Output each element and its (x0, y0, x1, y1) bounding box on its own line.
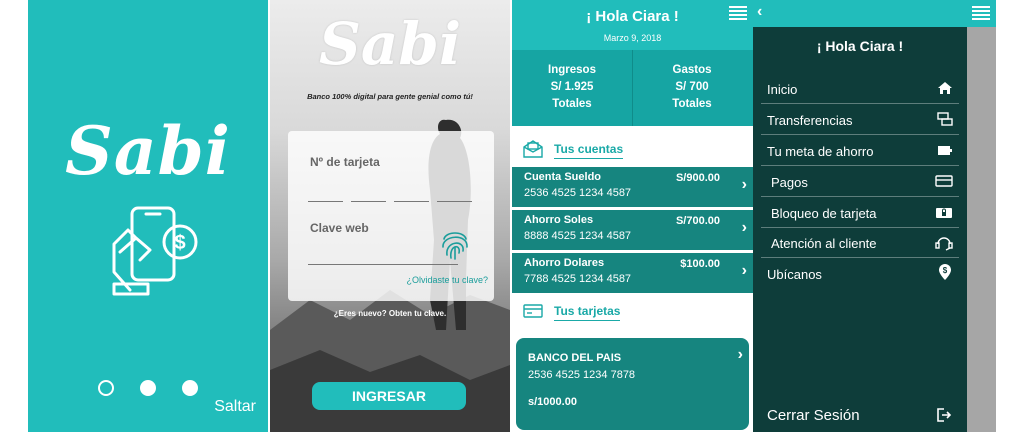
card-lock-icon (936, 208, 952, 218)
account-name: Ahorro Dolares (524, 257, 605, 269)
menu-item-label: Bloqueo de tarjeta (771, 206, 877, 221)
page-indicator (98, 380, 198, 396)
login-screen: Sabi Banco 100% digital para gente genia… (270, 0, 510, 432)
splash-screen: Sabi $ Saltar (28, 0, 268, 432)
account-card[interactable]: Ahorro Dolares 7788 4525 1234 4587 $100.… (512, 253, 753, 293)
support-icon (935, 237, 953, 251)
menu-item-transferencias[interactable]: Transferencias (761, 105, 959, 135)
account-card[interactable]: Cuenta Sueldo 2536 4525 1234 4587 S/900.… (512, 167, 753, 207)
svg-text:$: $ (943, 266, 948, 275)
chevron-right-icon[interactable]: › (742, 219, 747, 237)
income-label: Ingresos (548, 64, 596, 76)
password-field[interactable] (308, 264, 458, 265)
account-name: Ahorro Soles (524, 214, 594, 226)
card-number-segment[interactable] (351, 201, 386, 202)
password-label: Clave web (310, 221, 369, 235)
account-card[interactable]: Ahorro Soles 8888 4525 1234 4587 S/700.0… (512, 210, 753, 250)
credit-card-icon (523, 304, 543, 318)
menu-item-label: Pagos (771, 175, 808, 190)
page-dot[interactable] (98, 380, 114, 396)
fingerprint-icon[interactable] (440, 227, 470, 261)
bank-name: BANCO DEL PAIS (528, 352, 622, 364)
card-number-segment[interactable] (437, 201, 472, 202)
menu-topbar (753, 0, 996, 27)
expenses-summary: Gastos S/ 700 Totales (632, 62, 752, 113)
logout-icon[interactable] (936, 407, 952, 423)
svg-text:$: $ (174, 232, 185, 254)
card-number-label: Nº de tarjeta (310, 155, 380, 169)
app-logo: Sabi (318, 10, 462, 78)
menu-item-label: Ubícanos (767, 267, 822, 282)
menu-item-atencion[interactable]: Atención al cliente (761, 228, 959, 258)
menu-greeting: ¡ Hola Ciara ! (816, 38, 904, 54)
skip-button[interactable]: Saltar (214, 398, 256, 416)
menu-item-inicio[interactable]: Inicio (761, 74, 959, 104)
dashboard-header: ¡ Hola Ciara ! Marzo 9, 2018 (512, 0, 753, 50)
accounts-section-header: Tus cuentas (512, 136, 753, 162)
menu-item-pagos[interactable]: Pagos (761, 167, 959, 197)
page-dot[interactable] (182, 380, 198, 396)
app-logo: Sabi (65, 112, 231, 190)
account-balance: S/900.00 (675, 172, 720, 184)
expenses-label: Gastos (672, 64, 712, 76)
income-summary: Ingresos S/ 1.925 Totales (512, 62, 632, 113)
credit-card-icon (935, 175, 953, 187)
login-form: Nº de tarjeta Clave web ¿Olvidaste tu cl… (288, 131, 494, 301)
home-icon (938, 82, 952, 94)
wallet-icon (938, 146, 952, 155)
card-item[interactable]: BANCO DEL PAIS 2536 4525 1234 7878 s/100… (516, 338, 749, 430)
account-name: Cuenta Sueldo (524, 171, 602, 183)
account-balance: S/700.00 (675, 215, 720, 227)
account-number: 7788 4525 1234 4587 (524, 273, 632, 285)
summary-panel: Ingresos S/ 1.925 Totales Gastos S/ 700 … (512, 50, 753, 126)
transfer-icon (937, 112, 953, 126)
income-sub: Totales (552, 98, 592, 110)
date-label: Marzo 9, 2018 (603, 33, 662, 43)
card-balance: s/1000.00 (528, 396, 577, 408)
chevron-right-icon[interactable]: › (742, 176, 747, 194)
card-number-field[interactable] (308, 201, 472, 202)
menu-item-label: Atención al cliente (771, 236, 877, 251)
card-number-segment[interactable] (394, 201, 429, 202)
menu-item-label: Tu meta de ahorro (767, 144, 874, 159)
expenses-sub: Totales (672, 98, 712, 110)
account-balance: $100.00 (680, 258, 720, 270)
menu-item-meta-ahorro[interactable]: Tu meta de ahorro (761, 136, 959, 166)
expenses-value: S/ 700 (675, 81, 709, 93)
hamburger-menu-icon[interactable] (729, 6, 747, 20)
dashboard-screen: ¡ Hola Ciara ! Marzo 9, 2018 Ingresos S/… (512, 0, 753, 432)
mobile-payment-icon: $ (112, 206, 198, 296)
menu-item-label: Transferencias (767, 113, 853, 128)
back-arrow-icon[interactable]: ‹ (757, 3, 762, 21)
income-value: S/ 1.925 (550, 81, 594, 93)
menu-item-bloqueo[interactable]: Bloqueo de tarjeta (761, 198, 959, 228)
hamburger-menu-icon[interactable] (972, 6, 990, 20)
accounts-title[interactable]: Tus cuentas (554, 142, 624, 159)
menu-item-label: Inicio (767, 82, 798, 97)
greeting: ¡ Hola Ciara ! (586, 8, 679, 25)
card-number-segment[interactable] (308, 201, 343, 202)
location-pin-icon: $ (939, 264, 951, 280)
logout-button[interactable]: Cerrar Sesión (767, 407, 860, 424)
card-number: 2536 4525 1234 7878 (528, 369, 636, 381)
new-user-link[interactable]: ¿Eres nuevo? Obten tu clave. (270, 309, 510, 318)
forgot-password-link[interactable]: ¿Olvidaste tu clave? (406, 275, 488, 285)
cards-title[interactable]: Tus tarjetas (554, 304, 621, 321)
chevron-right-icon[interactable]: › (742, 262, 747, 280)
account-number: 2536 4525 1234 4587 (524, 187, 632, 199)
chevron-right-icon[interactable]: › (738, 346, 743, 364)
tagline: Banco 100% digital para gente genial com… (307, 92, 473, 101)
login-button[interactable]: INGRESAR (312, 382, 466, 410)
account-number: 8888 4525 1234 4587 (524, 230, 632, 242)
envelope-icon (523, 140, 543, 158)
menu-item-ubicanos[interactable]: Ubícanos $ (761, 259, 959, 289)
cards-section-header: Tus tarjetas (512, 298, 753, 324)
page-dot-active[interactable] (140, 380, 156, 396)
overlay-shade[interactable] (967, 27, 996, 432)
